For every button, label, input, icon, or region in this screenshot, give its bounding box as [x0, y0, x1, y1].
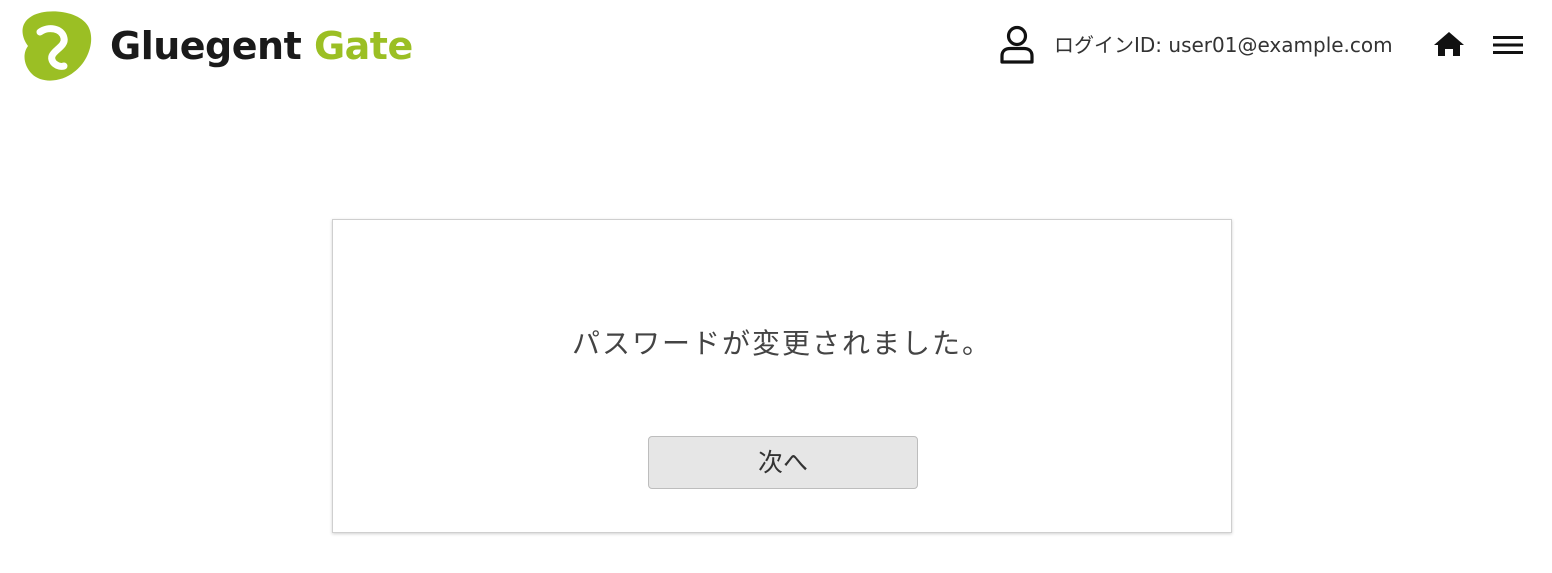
- logo[interactable]: Gluegent Gate: [18, 9, 418, 83]
- logo-word-gate: Gate: [313, 24, 413, 68]
- hamburger-menu-icon[interactable]: [1491, 34, 1525, 56]
- user-icon: [1000, 25, 1034, 64]
- gluegent-logo-mark-icon: [22, 11, 92, 81]
- next-button[interactable]: 次へ: [648, 436, 918, 489]
- login-id-text: ログインID: user01@example.com: [1054, 33, 1393, 57]
- home-icon[interactable]: [1432, 30, 1466, 58]
- logo-word-gluegent: Gluegent: [110, 24, 302, 68]
- confirmation-card: パスワードが変更されました。 次へ: [332, 219, 1232, 533]
- password-changed-message: パスワードが変更されました。: [571, 327, 992, 360]
- logo-text: Gluegent Gate: [110, 27, 413, 65]
- header: Gluegent Gate ログインID: user01@example.com: [0, 0, 1552, 92]
